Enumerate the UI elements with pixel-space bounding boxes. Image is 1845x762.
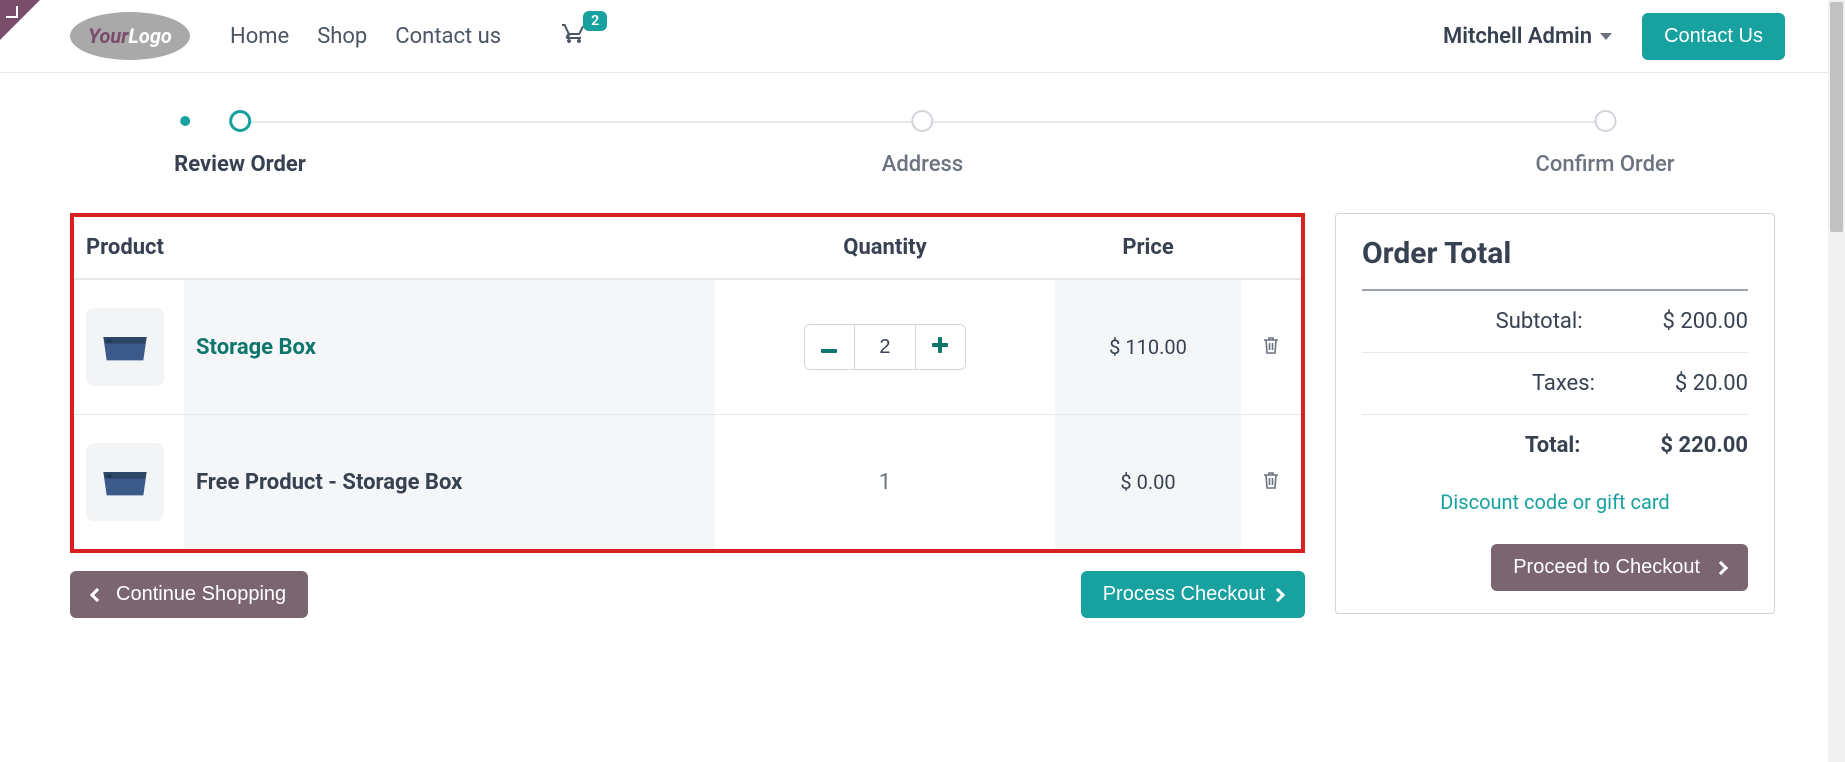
remove-item-button[interactable] <box>1262 471 1280 495</box>
step-address[interactable]: Address <box>882 110 963 177</box>
qty-increase-button[interactable] <box>915 325 965 369</box>
quantity-stepper <box>804 324 966 370</box>
nav-shop[interactable]: Shop <box>317 24 367 49</box>
site-logo[interactable]: YourLogo <box>70 12 190 60</box>
order-total-heading: Order Total <box>1362 236 1748 291</box>
main-nav: Home Shop Contact us <box>230 24 501 49</box>
cart-link[interactable]: 2 <box>561 21 587 51</box>
price-cell: $ 0.00 <box>1055 415 1241 550</box>
cart-table: Product Quantity Price <box>74 217 1301 549</box>
taxes-row: Taxes: $ 20.00 <box>1362 353 1748 415</box>
chevron-right-icon <box>1271 587 1285 601</box>
chevron-left-icon <box>90 587 104 601</box>
taxes-value: $ 20.00 <box>1675 371 1748 396</box>
scrollbar[interactable] <box>1828 0 1845 762</box>
process-checkout-button[interactable]: Process Checkout <box>1081 571 1305 618</box>
col-price: Price <box>1055 217 1241 279</box>
user-menu[interactable]: Mitchell Admin <box>1443 24 1612 49</box>
cart-count-badge: 2 <box>583 11 607 31</box>
chevron-right-icon <box>1714 560 1728 574</box>
proceed-to-checkout-button[interactable]: Proceed to Checkout <box>1491 544 1748 591</box>
product-name-link[interactable]: Storage Box <box>196 335 316 360</box>
table-row: Free Product - Storage Box 1 $ 0.00 <box>74 415 1301 550</box>
corner-fold-icon[interactable] <box>0 0 40 40</box>
scrollbar-thumb[interactable] <box>1830 2 1843 232</box>
site-header: YourLogo Home Shop Contact us 2 Mitchell… <box>0 0 1845 73</box>
product-image[interactable] <box>86 443 164 521</box>
cart-table-highlight: Product Quantity Price <box>70 213 1305 553</box>
checkout-progress: Review Order Address Confirm Order <box>0 73 1845 133</box>
contact-us-button[interactable]: Contact Us <box>1642 13 1785 60</box>
col-quantity: Quantity <box>715 217 1055 279</box>
remove-item-button[interactable] <box>1262 336 1280 360</box>
qty-decrease-button[interactable] <box>805 325 855 369</box>
total-value: $ 220.00 <box>1660 433 1748 458</box>
discount-code-link[interactable]: Discount code or gift card <box>1362 490 1748 514</box>
qty-input[interactable] <box>855 325 915 369</box>
step-confirm-order[interactable]: Confirm Order <box>1535 110 1674 177</box>
user-name: Mitchell Admin <box>1443 24 1592 49</box>
order-total-card: Order Total Subtotal: $ 200.00 Taxes: $ … <box>1335 213 1775 614</box>
nav-home[interactable]: Home <box>230 24 289 49</box>
subtotal-row: Subtotal: $ 200.00 <box>1362 291 1748 353</box>
col-product: Product <box>74 217 715 279</box>
qty-static: 1 <box>879 470 891 495</box>
cart-icon: 2 <box>561 21 587 51</box>
price-cell: $ 110.00 <box>1055 279 1241 415</box>
product-name: Free Product - Storage Box <box>196 470 462 495</box>
continue-shopping-button[interactable]: Continue Shopping <box>70 571 308 618</box>
total-row: Total: $ 220.00 <box>1362 415 1748 476</box>
caret-down-icon <box>1600 33 1612 40</box>
nav-contact-us[interactable]: Contact us <box>395 24 501 49</box>
logo-text: YourLogo <box>88 24 172 48</box>
product-image[interactable] <box>86 308 164 386</box>
table-row: Storage Box <box>74 279 1301 415</box>
step-review-order[interactable]: Review Order <box>174 110 306 177</box>
subtotal-value: $ 200.00 <box>1663 309 1748 334</box>
